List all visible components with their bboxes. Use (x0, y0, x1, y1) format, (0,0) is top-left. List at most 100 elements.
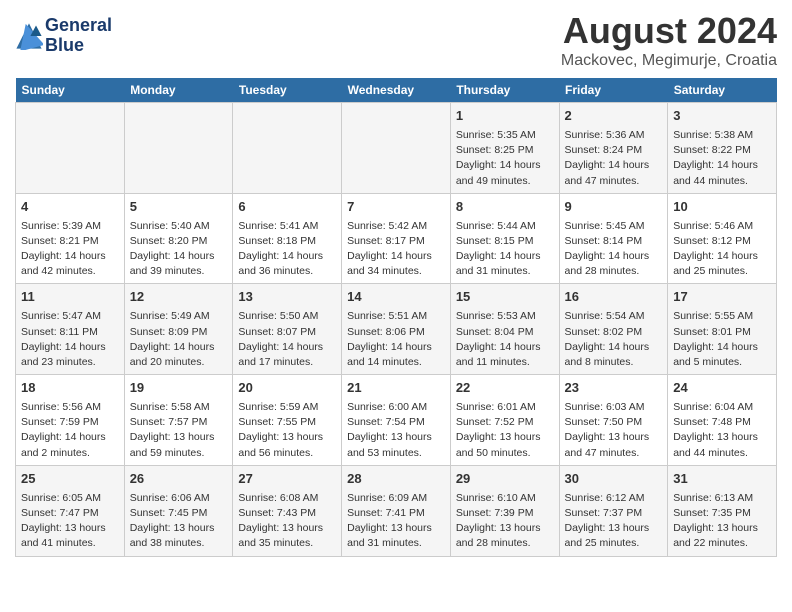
day-info: Sunrise: 6:12 AM Sunset: 7:37 PM Dayligh… (565, 491, 663, 552)
day-number: 14 (347, 288, 445, 307)
calendar-cell: 29Sunrise: 6:10 AM Sunset: 7:39 PM Dayli… (450, 465, 559, 556)
day-number: 12 (130, 288, 228, 307)
day-number: 9 (565, 198, 663, 217)
day-info: Sunrise: 6:09 AM Sunset: 7:41 PM Dayligh… (347, 491, 445, 552)
day-number: 3 (673, 107, 771, 126)
day-info: Sunrise: 5:45 AM Sunset: 8:14 PM Dayligh… (565, 219, 663, 280)
weekday-header-tuesday: Tuesday (233, 78, 342, 103)
calendar-cell: 31 Sunrise: 6:13 AM Sunset: 7:35 PM Dayli… (668, 465, 777, 556)
day-number: 22 (456, 379, 554, 398)
calendar-cell: 16Sunrise: 5:54 AM Sunset: 8:02 PM Dayli… (559, 284, 668, 375)
calendar-cell: 11Sunrise: 5:47 AM Sunset: 8:11 PM Dayli… (16, 284, 125, 375)
day-number: 19 (130, 379, 228, 398)
calendar-cell: 2 Sunrise: 5:36 AM Sunset: 8:24 PM Daylig… (559, 103, 668, 194)
calendar-body: 1 Sunrise: 5:35 AM Sunset: 8:25 PM Daylig… (16, 103, 777, 557)
day-info: Sunrise: 5:35 AM Sunset: 8:25 PM Dayligh… (456, 128, 554, 189)
calendar-table: SundayMondayTuesdayWednesdayThursdayFrid… (15, 78, 777, 557)
day-info: Sunrise: 5:59 AM Sunset: 7:55 PM Dayligh… (238, 400, 336, 461)
day-number: 6 (238, 198, 336, 217)
calendar-cell: 19 Sunrise: 5:58 AM Sunset: 7:57 PM Dayli… (124, 375, 233, 466)
calendar-cell: 27Sunrise: 6:08 AM Sunset: 7:43 PM Dayli… (233, 465, 342, 556)
calendar-cell: 25Sunrise: 6:05 AM Sunset: 7:47 PM Dayli… (16, 465, 125, 556)
day-number: 24 (673, 379, 771, 398)
calendar-cell (233, 103, 342, 194)
calendar-cell (342, 103, 451, 194)
day-info: Sunrise: 5:49 AM Sunset: 8:09 PM Dayligh… (130, 309, 228, 370)
calendar-week-2: 4 Sunrise: 5:39 AM Sunset: 8:21 PM Daylig… (16, 193, 777, 284)
logo-line2: Blue (45, 36, 112, 56)
day-info: Sunrise: 5:42 AM Sunset: 8:17 PM Dayligh… (347, 219, 445, 280)
day-number: 21 (347, 379, 445, 398)
day-info: Sunrise: 6:10 AM Sunset: 7:39 PM Dayligh… (456, 491, 554, 552)
calendar-week-1: 1 Sunrise: 5:35 AM Sunset: 8:25 PM Daylig… (16, 103, 777, 194)
day-number: 15 (456, 288, 554, 307)
weekday-header-thursday: Thursday (450, 78, 559, 103)
day-number: 18 (21, 379, 119, 398)
day-number: 5 (130, 198, 228, 217)
day-info: Sunrise: 6:13 AM Sunset: 7:35 PM Dayligh… (673, 491, 771, 552)
day-number: 8 (456, 198, 554, 217)
day-number: 2 (565, 107, 663, 126)
calendar-title: August 2024 (561, 10, 777, 52)
day-info: Sunrise: 6:08 AM Sunset: 7:43 PM Dayligh… (238, 491, 336, 552)
day-info: Sunrise: 5:40 AM Sunset: 8:20 PM Dayligh… (130, 219, 228, 280)
logo-line1: General (45, 16, 112, 36)
day-number: 20 (238, 379, 336, 398)
calendar-cell: 28Sunrise: 6:09 AM Sunset: 7:41 PM Dayli… (342, 465, 451, 556)
day-number: 26 (130, 470, 228, 489)
calendar-cell: 13 Sunrise: 5:50 AM Sunset: 8:07 PM Dayli… (233, 284, 342, 375)
calendar-cell (16, 103, 125, 194)
calendar-header: SundayMondayTuesdayWednesdayThursdayFrid… (16, 78, 777, 103)
calendar-subtitle: Mackovec, Megimurje, Croatia (561, 52, 777, 70)
calendar-cell: 18 Sunrise: 5:56 AM Sunset: 7:59 PM Dayli… (16, 375, 125, 466)
calendar-week-3: 11Sunrise: 5:47 AM Sunset: 8:11 PM Dayli… (16, 284, 777, 375)
day-number: 23 (565, 379, 663, 398)
calendar-cell: 22 Sunrise: 6:01 AM Sunset: 7:52 PM Dayli… (450, 375, 559, 466)
day-info: Sunrise: 5:55 AM Sunset: 8:01 PM Dayligh… (673, 309, 771, 370)
day-info: Sunrise: 5:47 AM Sunset: 8:11 PM Dayligh… (21, 309, 119, 370)
day-number: 17 (673, 288, 771, 307)
title-block: August 2024 Mackovec, Megimurje, Croatia (561, 10, 777, 70)
day-info: Sunrise: 6:03 AM Sunset: 7:50 PM Dayligh… (565, 400, 663, 461)
calendar-cell: 8 Sunrise: 5:44 AM Sunset: 8:15 PM Daylig… (450, 193, 559, 284)
day-info: Sunrise: 5:44 AM Sunset: 8:15 PM Dayligh… (456, 219, 554, 280)
calendar-cell: 10 Sunrise: 5:46 AM Sunset: 8:12 PM Dayli… (668, 193, 777, 284)
day-number: 10 (673, 198, 771, 217)
calendar-cell: 7 Sunrise: 5:42 AM Sunset: 8:17 PM Daylig… (342, 193, 451, 284)
logo: General Blue (15, 16, 112, 56)
weekday-header-saturday: Saturday (668, 78, 777, 103)
calendar-cell: 1 Sunrise: 5:35 AM Sunset: 8:25 PM Daylig… (450, 103, 559, 194)
day-number: 7 (347, 198, 445, 217)
day-info: Sunrise: 5:46 AM Sunset: 8:12 PM Dayligh… (673, 219, 771, 280)
page-header: General Blue August 2024 Mackovec, Megim… (15, 10, 777, 70)
day-info: Sunrise: 5:39 AM Sunset: 8:21 PM Dayligh… (21, 219, 119, 280)
calendar-cell: 24Sunrise: 6:04 AM Sunset: 7:48 PM Dayli… (668, 375, 777, 466)
day-info: Sunrise: 6:01 AM Sunset: 7:52 PM Dayligh… (456, 400, 554, 461)
day-info: Sunrise: 5:58 AM Sunset: 7:57 PM Dayligh… (130, 400, 228, 461)
calendar-cell: 26 Sunrise: 6:06 AM Sunset: 7:45 PM Dayli… (124, 465, 233, 556)
calendar-cell: 21 Sunrise: 6:00 AM Sunset: 7:54 PM Dayli… (342, 375, 451, 466)
calendar-cell: 14 Sunrise: 5:51 AM Sunset: 8:06 PM Dayli… (342, 284, 451, 375)
weekday-header-row: SundayMondayTuesdayWednesdayThursdayFrid… (16, 78, 777, 103)
calendar-week-5: 25Sunrise: 6:05 AM Sunset: 7:47 PM Dayli… (16, 465, 777, 556)
day-info: Sunrise: 5:54 AM Sunset: 8:02 PM Dayligh… (565, 309, 663, 370)
day-info: Sunrise: 5:56 AM Sunset: 7:59 PM Dayligh… (21, 400, 119, 461)
day-info: Sunrise: 5:51 AM Sunset: 8:06 PM Dayligh… (347, 309, 445, 370)
calendar-cell: 5 Sunrise: 5:40 AM Sunset: 8:20 PM Daylig… (124, 193, 233, 284)
day-number: 13 (238, 288, 336, 307)
day-number: 4 (21, 198, 119, 217)
day-info: Sunrise: 6:06 AM Sunset: 7:45 PM Dayligh… (130, 491, 228, 552)
calendar-cell: 9 Sunrise: 5:45 AM Sunset: 8:14 PM Daylig… (559, 193, 668, 284)
day-info: Sunrise: 5:50 AM Sunset: 8:07 PM Dayligh… (238, 309, 336, 370)
logo-icon (15, 22, 43, 50)
calendar-cell: 30Sunrise: 6:12 AM Sunset: 7:37 PM Dayli… (559, 465, 668, 556)
day-info: Sunrise: 5:36 AM Sunset: 8:24 PM Dayligh… (565, 128, 663, 189)
calendar-cell (124, 103, 233, 194)
day-number: 1 (456, 107, 554, 126)
day-number: 31 (673, 470, 771, 489)
weekday-header-sunday: Sunday (16, 78, 125, 103)
day-info: Sunrise: 5:41 AM Sunset: 8:18 PM Dayligh… (238, 219, 336, 280)
day-info: Sunrise: 6:00 AM Sunset: 7:54 PM Dayligh… (347, 400, 445, 461)
weekday-header-friday: Friday (559, 78, 668, 103)
day-number: 25 (21, 470, 119, 489)
